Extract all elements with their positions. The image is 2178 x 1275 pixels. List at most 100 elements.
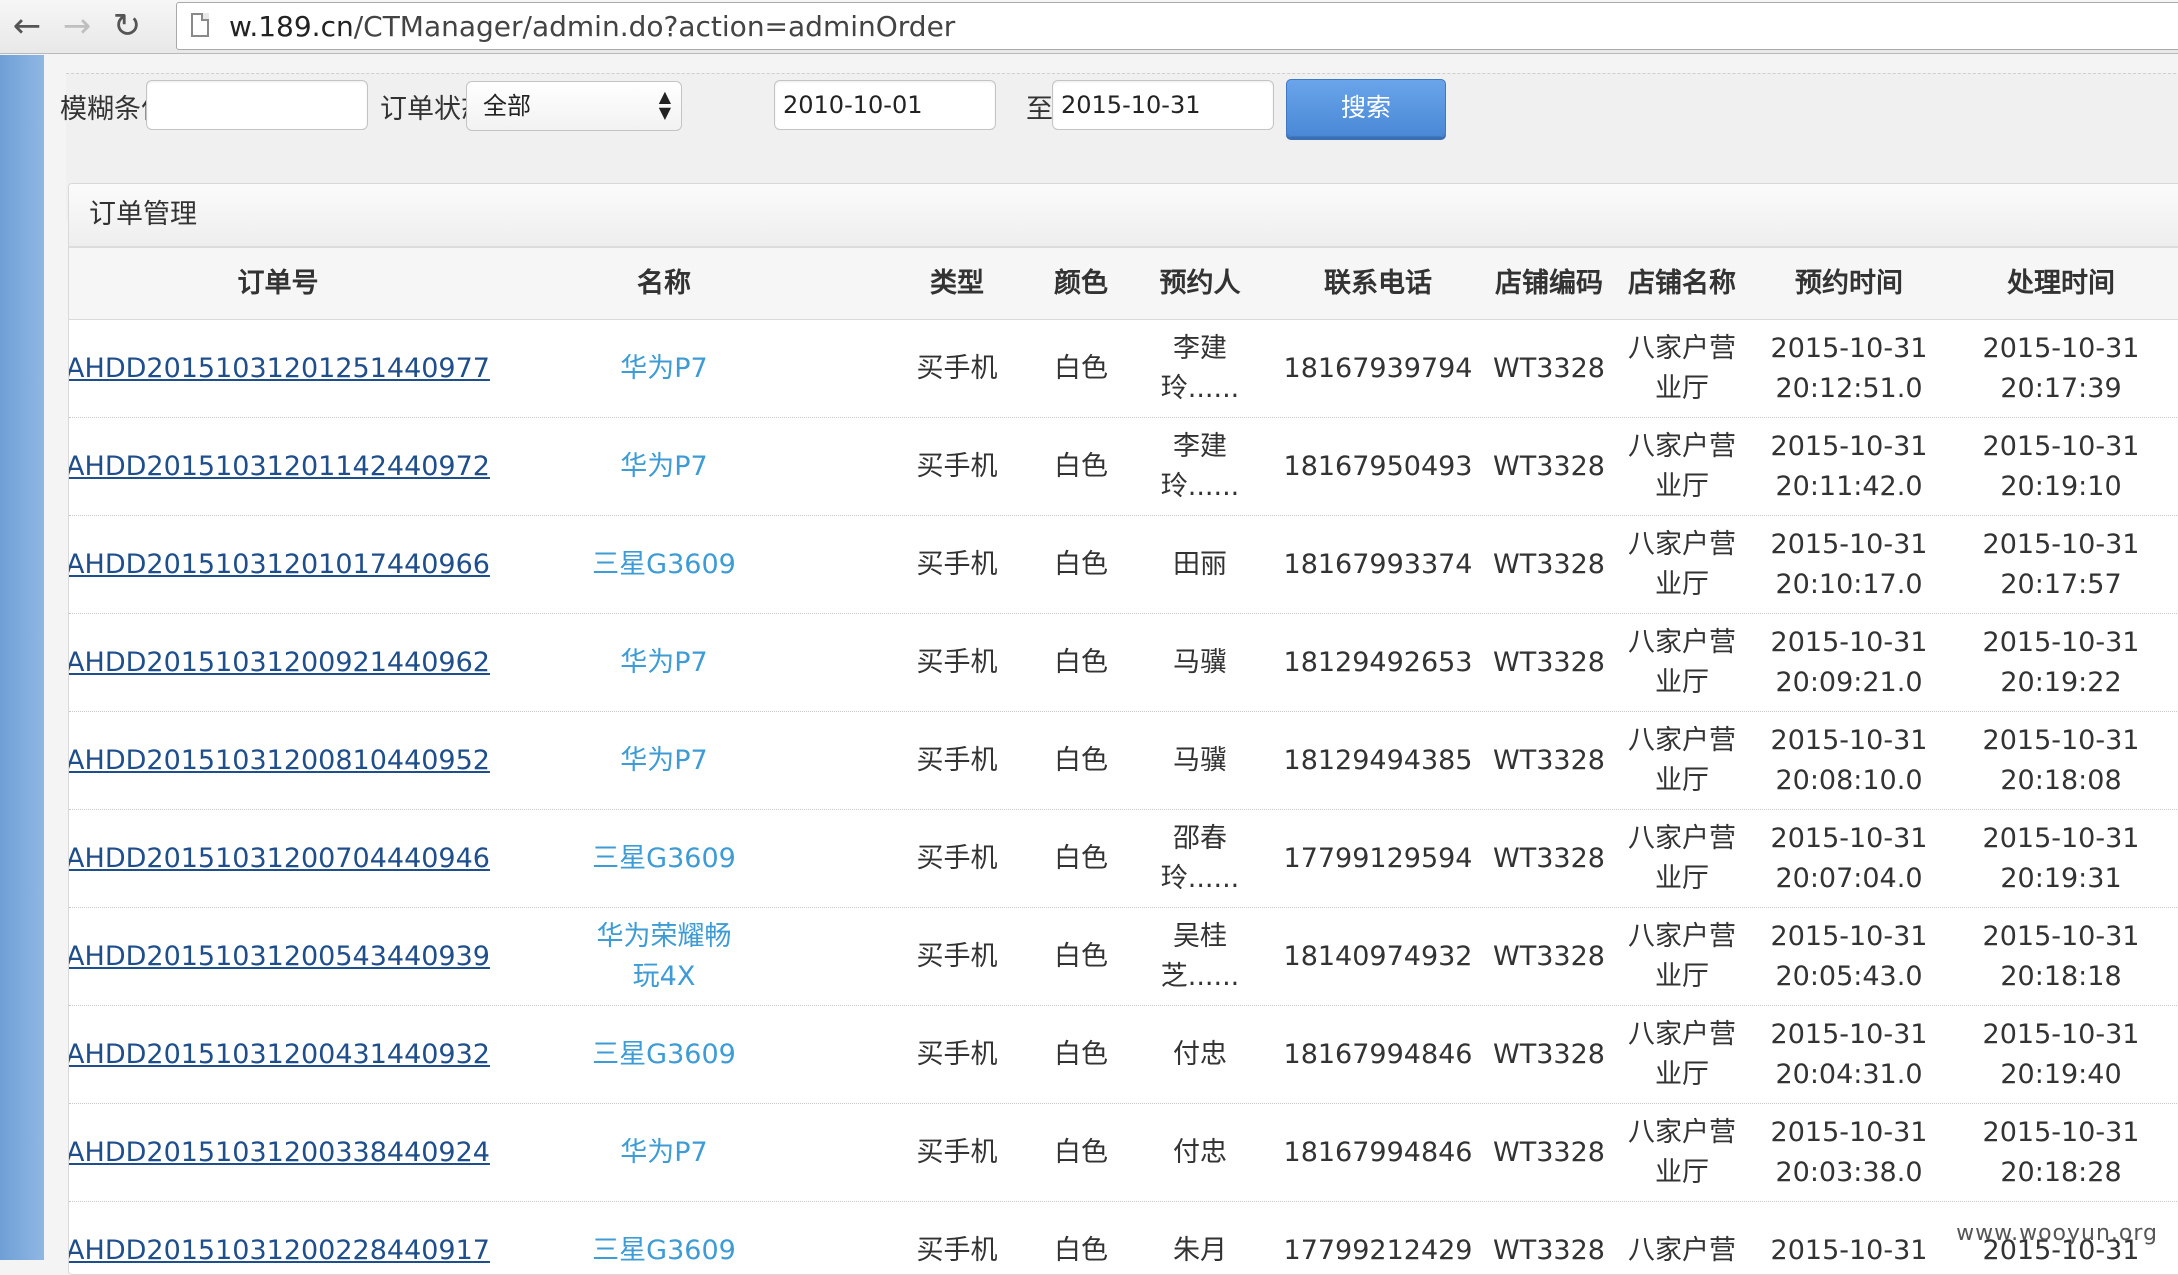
store-name-cell: 八家户营 业厅 (1617, 516, 1747, 614)
store-name-cell: 八家户营 业厅 (1617, 810, 1747, 908)
order-number-link[interactable]: AHDD20151031200543440939 (69, 937, 490, 977)
product-color-cell: 白色 (1031, 614, 1131, 712)
order-number-link[interactable]: AHDD20151031200704440946 (69, 839, 490, 879)
date-from-input[interactable]: 2010-10-01 (774, 80, 996, 130)
product-name-link[interactable]: 华为P7 (620, 447, 707, 487)
order-number-link-cell: AHDD20151031200228440917 (69, 1202, 490, 1274)
fuzzy-input[interactable] (146, 80, 368, 130)
header-booker: 预约人 (1159, 268, 1241, 299)
booker-name-cell: 李建 玲...... (1145, 320, 1255, 418)
product-name-link[interactable]: 三星G3609 (592, 1035, 736, 1075)
status-select[interactable]: 全部 ▲ ▼ (466, 81, 682, 131)
order-number-link[interactable]: AHDD20151031200228440917 (69, 1231, 490, 1271)
process-time-line: 2015-10-31 (1982, 529, 2140, 560)
book-time-line: 2015-10-31 (1770, 1117, 1928, 1148)
order-number-link[interactable]: AHDD20151031200810440952 (69, 741, 490, 781)
booker-name: 田丽 (1173, 545, 1227, 585)
book-time-cell: 2015-10-31 20:07:04.0 (1769, 810, 1929, 908)
order-number-link[interactable]: AHDD20151031200431440932 (69, 1035, 490, 1075)
book-time-line: 2015-10-31 (1770, 725, 1928, 756)
product-name-link-cell: 华为荣耀畅玩4X (589, 908, 739, 1006)
contact-phone: 18167994846 (1283, 1137, 1473, 1168)
booker-name: 朱月 (1173, 1231, 1227, 1271)
booker-name-cell: 朱月 (1145, 1202, 1255, 1274)
process-time-cell: 2015-10-31 20:19:40 (1981, 1006, 2141, 1104)
address-bar[interactable]: w.189.cn/CTManager/admin.do?action=admin… (176, 2, 2178, 50)
order-type: 买手机 (916, 1039, 998, 1070)
product-name-link-cell: 华为P7 (589, 712, 739, 810)
product-name-link-cell: 三星G3609 (589, 810, 739, 908)
order-number-link[interactable]: AHDD20151031201142440972 (69, 447, 490, 487)
panel-title: 订单管理 (69, 184, 2178, 248)
store-name-line: 业厅 (1655, 961, 1709, 992)
store-code-cell: WT3328 (1484, 810, 1614, 908)
booker-name-line: 付忠 (1173, 1039, 1227, 1070)
store-name-line: 业厅 (1655, 471, 1709, 502)
process-time-line: 2015-10-31 (1982, 725, 2140, 756)
process-time-line: 20:19:31 (2000, 863, 2122, 894)
booker-name-line: 马骥 (1173, 745, 1227, 776)
date-to-label: 至 (1026, 94, 1053, 125)
book-time: 2015-10-31 20:09:21.0 (1771, 623, 1928, 703)
book-time-cell: 2015-10-31 20:03:38.0 (1769, 1104, 1929, 1202)
store-name-line: 八家户营 (1628, 725, 1736, 756)
product-name-link[interactable]: 华为P7 (620, 741, 707, 781)
forward-arrow-icon[interactable]: → (58, 8, 96, 44)
date-to-input[interactable]: 2015-10-31 (1052, 80, 1274, 130)
order-number-link-cell: AHDD20151031200431440932 (69, 1006, 490, 1104)
booker-name-cell: 马骥 (1145, 614, 1255, 712)
reload-icon[interactable]: ↻ (108, 8, 146, 44)
store-name-line: 业厅 (1655, 1059, 1709, 1090)
product-name-link[interactable]: 华为P7 (620, 643, 707, 683)
order-number-link-cell: AHDD20151031200810440952 (69, 712, 490, 810)
store-name: 八家户营 业厅 (1628, 329, 1736, 409)
left-sidebar-rail (0, 55, 45, 1260)
store-name: 八家户营 业厅 (1628, 721, 1736, 801)
book-time-line: 2015-10-31 (1770, 1019, 1928, 1050)
browser-toolbar: ← → ↻ w.189.cn/CTManager/admin.do?action… (0, 0, 2178, 54)
process-time-cell: 2015-10-31 20:18:28 (1981, 1104, 2141, 1202)
store-name-line: 业厅 (1655, 1157, 1709, 1188)
process-time: 2015-10-31 20:17:39 (1983, 329, 2140, 409)
book-time-cell: 2015-10-31 20:04:31.0 (1769, 1006, 1929, 1104)
store-code: WT3328 (1493, 353, 1605, 384)
product-color: 白色 (1054, 843, 1108, 874)
back-arrow-icon[interactable]: ← (8, 8, 46, 44)
header-process-time: 处理时间 (2007, 268, 2115, 299)
store-name: 八家户营 业厅 (1628, 525, 1736, 605)
product-color: 白色 (1054, 1039, 1108, 1070)
order-number-link[interactable]: AHDD20151031200338440924 (69, 1133, 490, 1173)
contact-phone: 18167993374 (1283, 549, 1473, 580)
process-time-line: 20:17:57 (2000, 569, 2122, 600)
product-name-link[interactable]: 华为P7 (620, 1133, 707, 1173)
contact-phone-cell: 17799212429 (1273, 1202, 1483, 1274)
book-time-cell: 2015-10-31 20:11:42.0 (1769, 418, 1929, 516)
url-domain: w.189.cn (229, 10, 354, 43)
order-type: 买手机 (916, 451, 998, 482)
store-name-cell: 八家户营 业厅 (1617, 1006, 1747, 1104)
booker-name: 付忠 (1173, 1035, 1227, 1075)
order-number-link[interactable]: AHDD20151031201251440977 (69, 349, 490, 389)
product-name-link[interactable]: 华为P7 (620, 349, 707, 389)
product-name-link[interactable]: 三星G3609 (592, 839, 736, 879)
store-name-line: 业厅 (1655, 863, 1709, 894)
order-type-cell: 买手机 (897, 810, 1017, 908)
process-time: 2015-10-31 20:18:28 (1983, 1113, 2140, 1193)
order-type-cell: 买手机 (897, 1104, 1017, 1202)
contact-phone: 18167950493 (1283, 451, 1473, 482)
order-number-link[interactable]: AHDD20151031201017440966 (69, 545, 490, 585)
product-name-link[interactable]: 华为荣耀畅玩4X (589, 917, 739, 997)
search-button[interactable]: 搜索 (1286, 79, 1446, 137)
store-name: 八家户营 业厅 (1628, 1113, 1736, 1193)
order-type: 买手机 (916, 1235, 998, 1266)
process-time-line: 20:19:22 (2000, 667, 2122, 698)
product-name-link[interactable]: 三星G3609 (592, 545, 736, 585)
contact-phone: 18167994846 (1283, 1039, 1473, 1070)
book-time-cell: 2015-10-31 20:05:43.0 (1769, 908, 1929, 1006)
order-number-link[interactable]: AHDD20151031200921440962 (69, 643, 490, 683)
store-name-line: 业厅 (1655, 569, 1709, 600)
contact-phone-cell: 18140974932 (1273, 908, 1483, 1006)
book-time-line: 2015-10-31 (1770, 921, 1928, 952)
product-name-link[interactable]: 三星G3609 (592, 1231, 736, 1271)
product-color-cell: 白色 (1031, 1202, 1131, 1274)
